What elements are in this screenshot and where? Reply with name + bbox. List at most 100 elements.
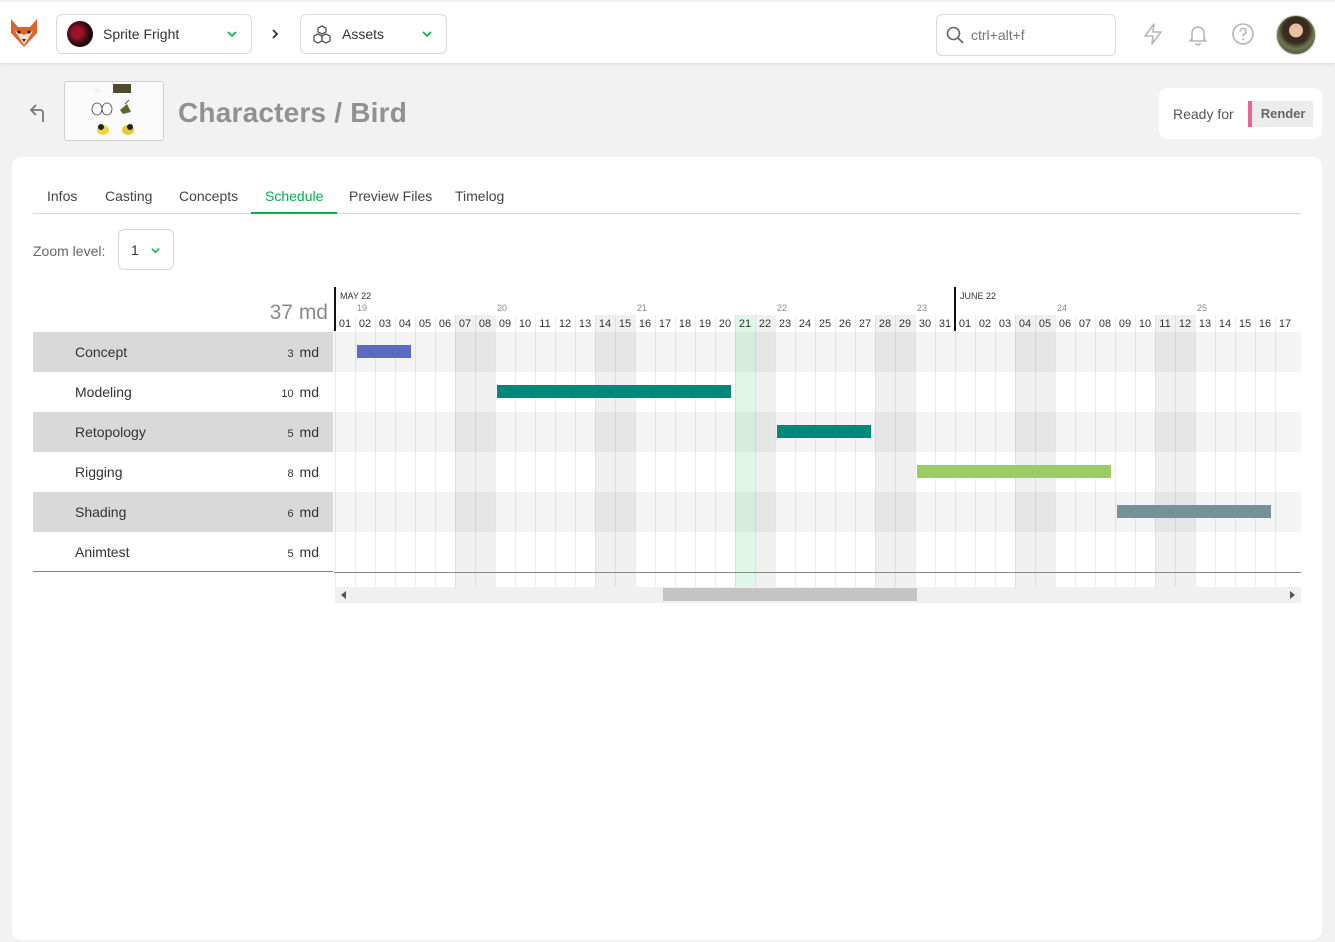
day-number: 04 [398, 318, 412, 330]
day-column [835, 315, 855, 587]
day-column [655, 315, 675, 587]
day-column [915, 315, 935, 587]
day-number: 10 [518, 318, 532, 330]
bird-sketch-thumbnail: ::: [65, 82, 163, 140]
day-number: 16 [638, 318, 652, 330]
kitsu-fox-logo[interactable] [9, 17, 39, 49]
day-column [875, 315, 895, 587]
month-boundary-line [954, 287, 956, 331]
help-circle-icon[interactable] [1231, 22, 1255, 46]
main-panel: Infos Casting Concepts Schedule Preview … [12, 157, 1322, 940]
day-number: 03 [378, 318, 392, 330]
gantt-timeline[interactable]: 01 02 03 04 05 06 07 08 09 10 11 12 13 14 15 16 17 18 19 20… [334, 287, 1301, 587]
task-row[interactable]: Concept 3 md [33, 332, 333, 372]
bell-icon[interactable] [1186, 22, 1210, 46]
ready-for-label: Ready for [1173, 105, 1234, 122]
task-type-name: Animtest [75, 544, 130, 560]
task-duration-unit: md [299, 464, 319, 480]
task-row[interactable]: Animtest 5 md [33, 532, 333, 572]
day-column [635, 315, 655, 587]
section-name: Assets [342, 26, 385, 42]
task-duration-value: 8 [287, 468, 294, 480]
day-number: 02 [978, 318, 992, 330]
day-column [775, 315, 795, 587]
day-column [595, 315, 615, 587]
day-number: 06 [1058, 318, 1072, 330]
day-column [435, 315, 455, 587]
tab-schedule[interactable]: Schedule [251, 182, 338, 214]
chevron-down-icon [227, 31, 237, 38]
tab-casting[interactable]: Casting [91, 182, 166, 214]
ready-for-status-badge[interactable]: Render [1247, 100, 1313, 127]
search-input[interactable] [971, 27, 1101, 43]
day-number: 16 [1258, 318, 1272, 330]
task-duration-unit: md [299, 544, 319, 560]
day-column [1075, 315, 1095, 587]
task-duration-value: 5 [287, 548, 294, 560]
task-duration-unit: md [299, 424, 319, 440]
gantt-bar[interactable] [1117, 505, 1271, 518]
task-duration-unit: md [299, 344, 319, 360]
tab-timelog[interactable]: Timelog [441, 182, 518, 214]
day-number: 29 [898, 318, 912, 330]
back-arrow-icon[interactable] [26, 100, 50, 126]
day-number: 15 [618, 318, 632, 330]
section-selector[interactable]: Assets [300, 14, 447, 54]
day-number: 15 [1238, 318, 1252, 330]
day-number: 09 [1118, 318, 1132, 330]
task-row[interactable]: Modeling 10 md [33, 372, 333, 412]
day-number: 20 [718, 318, 732, 330]
day-column [795, 315, 815, 587]
scroll-right-arrow-icon[interactable] [1290, 591, 1295, 599]
task-duration: 6 md [288, 504, 319, 520]
task-type-name: Retopology [75, 424, 146, 440]
page-title: Characters / Bird [178, 97, 408, 128]
week-number: 21 [637, 303, 648, 313]
production-thumbnail [67, 21, 93, 47]
tab-infos[interactable]: Infos [33, 182, 91, 214]
scrollbar-thumb[interactable] [663, 588, 917, 601]
bolt-icon[interactable] [1141, 22, 1165, 46]
task-row[interactable]: Shading 6 md [33, 492, 333, 532]
task-duration: 8 md [288, 464, 319, 480]
task-row[interactable]: Rigging 8 md [33, 452, 333, 492]
production-selector[interactable]: Sprite Fright [56, 14, 252, 54]
day-number: 22 [758, 318, 772, 330]
search-box[interactable] [936, 14, 1116, 56]
day-column [535, 315, 555, 587]
day-number: 27 [858, 318, 872, 330]
user-avatar[interactable] [1276, 15, 1316, 55]
gantt-bar[interactable] [777, 425, 871, 438]
day-number: 24 [798, 318, 812, 330]
day-number: 08 [1098, 318, 1112, 330]
month-boundary-line [334, 287, 336, 331]
day-column [455, 315, 475, 587]
zoom-level-value: 1 [131, 241, 139, 258]
tab-concepts[interactable]: Concepts [165, 182, 252, 214]
day-number: 11 [1159, 318, 1171, 330]
ready-for-box[interactable]: Ready for Render [1159, 88, 1322, 139]
gantt-bar[interactable] [497, 385, 731, 398]
day-column [995, 315, 1015, 587]
day-column [695, 315, 715, 587]
search-icon [946, 26, 964, 44]
cube-icon [313, 25, 331, 44]
production-name: Sprite Fright [103, 26, 180, 42]
gantt-bar[interactable] [357, 345, 411, 358]
day-column [1135, 315, 1155, 587]
tab-preview-files[interactable]: Preview Files [335, 182, 446, 214]
task-row[interactable]: Retopology 5 md [33, 412, 333, 452]
day-column [855, 315, 875, 587]
timeline-horizontal-scrollbar[interactable] [335, 587, 1301, 603]
top-bar: Sprite Fright Assets [0, 2, 1335, 64]
day-column [755, 315, 775, 587]
day-column [475, 315, 495, 587]
day-number: 09 [498, 318, 512, 330]
task-type-name: Concept [75, 344, 128, 360]
zoom-level-select[interactable]: 1 [118, 229, 174, 270]
scroll-left-arrow-icon[interactable] [341, 591, 346, 599]
day-column [1155, 315, 1175, 587]
task-duration-value: 5 [287, 428, 294, 440]
day-number: 18 [678, 318, 692, 330]
gantt-bar[interactable] [917, 465, 1111, 478]
